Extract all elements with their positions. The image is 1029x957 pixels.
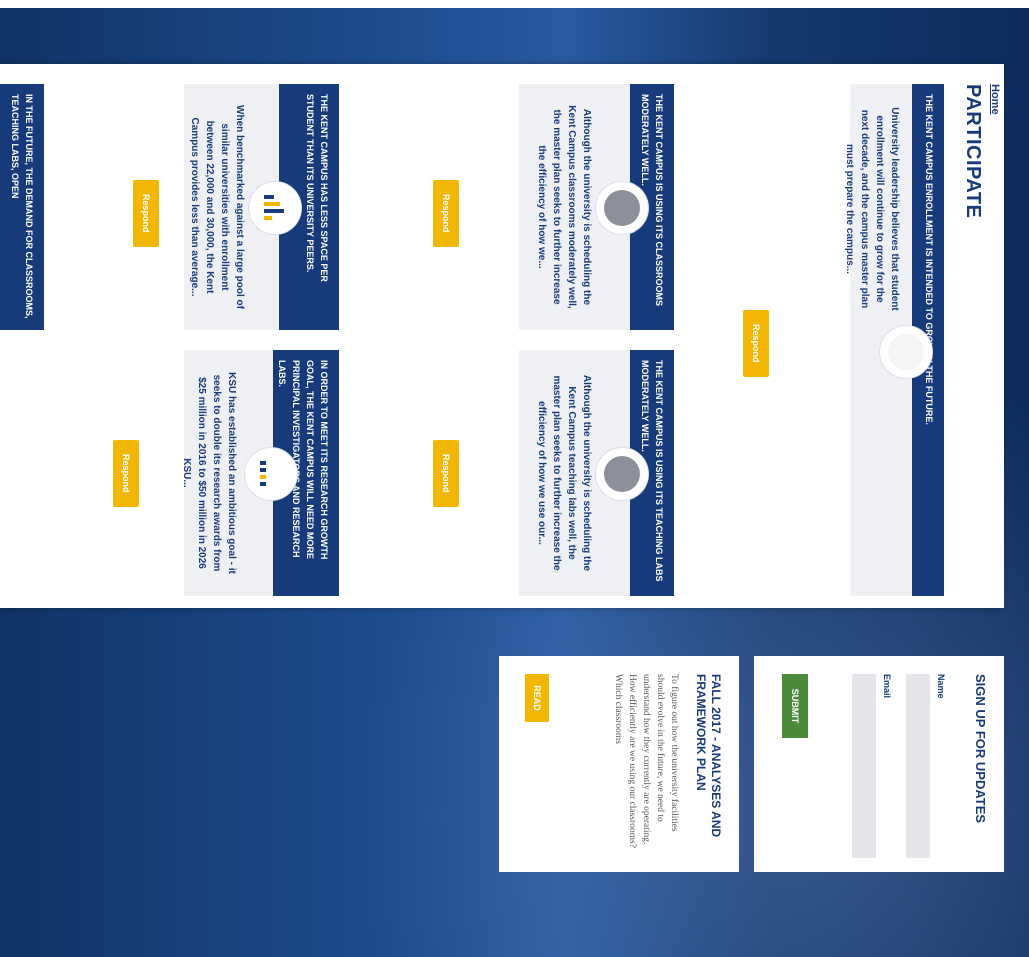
read-button[interactable]: READ <box>525 674 549 722</box>
future-demand-card-heading: IN THE FUTURE, THE DEMAND FOR CLASSROOMS… <box>0 84 44 330</box>
page-title: PARTICIPATE <box>962 84 984 219</box>
name-label: Name <box>936 674 946 699</box>
line-chart-icon <box>880 326 932 378</box>
email-field[interactable] <box>852 674 876 858</box>
photo-icon <box>596 448 648 500</box>
page-canvas: Home PARTICIPATE THE KENT CAMPUS ENROLLM… <box>0 0 1029 957</box>
future-demand-card: IN THE FUTURE, THE DEMAND FOR CLASSROOMS… <box>0 84 44 330</box>
hero-card-body: University leadership believes that stud… <box>844 84 932 596</box>
teaching-labs-card: THE KENT CAMPUS IS USING ITS TEACHING LA… <box>519 350 674 596</box>
classroom-card-body: Although the university is scheduling th… <box>536 105 592 309</box>
teaching-labs-respond-button[interactable]: Respond <box>433 440 459 507</box>
name-field[interactable] <box>906 674 930 858</box>
signup-title: SIGN UP FOR UPDATES <box>973 674 988 824</box>
hero-respond-button[interactable]: Respond <box>743 310 769 377</box>
hero-body: University leadership believes that stud… <box>844 107 900 311</box>
signup-panel: SIGN UP FOR UPDATES Name Email SUBMIT <box>754 656 1004 872</box>
article-body: To figure out how the university facilit… <box>613 674 679 848</box>
photo-icon <box>596 182 648 234</box>
breadcrumb-home[interactable]: Home <box>989 84 1001 115</box>
space-per-student-card: THE KENT CAMPUS HAS LESS SPACE PER STUDE… <box>184 84 339 330</box>
dot-chart-icon <box>245 448 297 500</box>
email-label: Email <box>882 674 892 699</box>
research-growth-card-body: KSU has established an ambitious goal - … <box>181 372 237 574</box>
classroom-respond-button[interactable]: Respond <box>433 180 459 247</box>
classroom-card: THE KENT CAMPUS IS USING ITS CLASSROOMS … <box>519 84 674 330</box>
research-growth-card: IN ORDER TO MEET ITS RESEARCH GROWTH GOA… <box>181 350 339 596</box>
research-growth-respond-button[interactable]: Respond <box>113 440 139 507</box>
bar-chart-icon <box>249 182 301 234</box>
article-panel: FALL 2017 - ANALYSES AND FRAMEWORK PLAN … <box>499 656 739 872</box>
space-per-student-respond-button[interactable]: Respond <box>133 180 159 247</box>
teaching-labs-card-body: Although the university is scheduling th… <box>536 374 592 572</box>
space-per-student-card-body: When benchmarked against a large pool of… <box>189 105 245 309</box>
article-title: FALL 2017 - ANALYSES AND FRAMEWORK PLAN <box>694 674 723 838</box>
submit-button[interactable]: SUBMIT <box>782 674 808 738</box>
